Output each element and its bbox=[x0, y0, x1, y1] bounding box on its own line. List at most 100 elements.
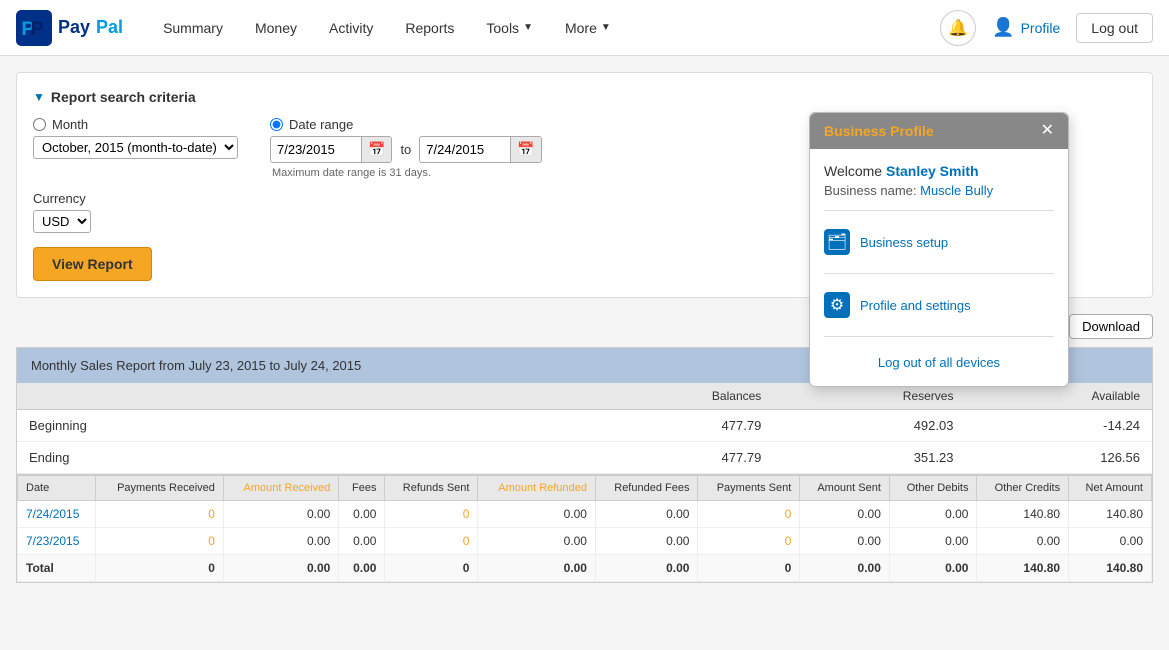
gear-icon: ⚙ bbox=[824, 292, 850, 318]
row1-date: 7/24/2015 bbox=[18, 501, 96, 528]
date-range-option-group: Date range 📅 to 📅 Maximum date range is … bbox=[270, 117, 542, 179]
welcome-text: Welcome Stanley Smith bbox=[824, 163, 1054, 179]
beginning-reserves: 492.03 bbox=[773, 410, 965, 442]
calendar-to-button[interactable]: 📅 bbox=[510, 137, 540, 162]
date-from-input[interactable] bbox=[271, 138, 361, 161]
popup-title: Business Profile bbox=[824, 123, 934, 139]
table-row: 7/24/2015 0 0.00 0.00 0 0.00 0.00 0 0.00… bbox=[18, 501, 1152, 528]
popup-close-button[interactable]: ✕ bbox=[1041, 123, 1054, 139]
calendar-from-button[interactable]: 📅 bbox=[361, 137, 391, 162]
download-button[interactable]: Download bbox=[1069, 314, 1153, 339]
date-inputs: 📅 to 📅 bbox=[270, 136, 542, 163]
date-link[interactable]: 7/23/2015 bbox=[26, 534, 79, 548]
popup-divider-2 bbox=[824, 273, 1054, 274]
row1-amount-refunded: 0.00 bbox=[478, 501, 595, 528]
summary-col-label bbox=[17, 383, 585, 410]
row2-payments-received: 0 bbox=[96, 528, 224, 555]
detail-table: Date Payments Received Amount Received F… bbox=[17, 474, 1152, 582]
logout-all-link[interactable]: Log out of all devices bbox=[878, 355, 1000, 370]
ending-balances: 477.79 bbox=[585, 442, 774, 474]
row1-payments-received: 0 bbox=[96, 501, 224, 528]
paypal-logo: P P PayPal bbox=[16, 10, 123, 46]
person-icon: 👤 bbox=[992, 17, 1014, 38]
view-report-button[interactable]: View Report bbox=[33, 247, 152, 281]
summary-table: Balances Reserves Available Beginning 47… bbox=[17, 383, 1152, 474]
total-row: Total 0 0.00 0.00 0 0.00 0.00 0 0.00 0.0… bbox=[18, 555, 1152, 582]
row2-date: 7/23/2015 bbox=[18, 528, 96, 555]
date-to-wrapper: 📅 bbox=[419, 136, 541, 163]
total-fees: 0.00 bbox=[339, 555, 385, 582]
total-label: Total bbox=[18, 555, 96, 582]
total-net-amount: 140.80 bbox=[1069, 555, 1152, 582]
total-amount-sent: 0.00 bbox=[800, 555, 890, 582]
total-refunded-fees: 0.00 bbox=[595, 555, 698, 582]
business-name-link[interactable]: Muscle Bully bbox=[920, 183, 993, 198]
col-amount-refunded: Amount Refunded bbox=[478, 475, 595, 501]
logout-all-devices: Log out of all devices bbox=[824, 347, 1054, 372]
total-amount-received: 0.00 bbox=[223, 555, 338, 582]
table-row: Ending 477.79 351.23 126.56 bbox=[17, 442, 1152, 474]
col-payments-sent: Payments Sent bbox=[698, 475, 800, 501]
date-to-input[interactable] bbox=[420, 138, 510, 161]
row2-refunded-fees: 0.00 bbox=[595, 528, 698, 555]
col-payments-received: Payments Received bbox=[96, 475, 224, 501]
detail-header-row: Date Payments Received Amount Received F… bbox=[18, 475, 1152, 501]
total-refunds-sent: 0 bbox=[385, 555, 478, 582]
business-name: Business name: Muscle Bully bbox=[824, 183, 1054, 198]
date-range-radio-label[interactable]: Date range bbox=[270, 117, 542, 132]
total-payments-sent: 0 bbox=[698, 555, 800, 582]
month-option-group: Month October, 2015 (month-to-date) bbox=[33, 117, 238, 159]
profile-settings-link[interactable]: ⚙ Profile and settings bbox=[824, 284, 1054, 326]
ending-reserves: 351.23 bbox=[773, 442, 965, 474]
beginning-label: Beginning bbox=[17, 410, 585, 442]
svg-text:P: P bbox=[30, 18, 43, 40]
nav-more[interactable]: More▼ bbox=[549, 0, 627, 56]
logout-button[interactable]: Log out bbox=[1076, 13, 1153, 43]
nav-activity[interactable]: Activity bbox=[313, 0, 389, 56]
row2-refunds-sent: 0 bbox=[385, 528, 478, 555]
month-radio[interactable] bbox=[33, 118, 46, 131]
col-fees: Fees bbox=[339, 475, 385, 501]
row2-amount-refunded: 0.00 bbox=[478, 528, 595, 555]
total-amount-refunded: 0.00 bbox=[478, 555, 595, 582]
month-select[interactable]: October, 2015 (month-to-date) bbox=[33, 136, 238, 159]
profile-label: Profile bbox=[1021, 20, 1061, 36]
nav-summary[interactable]: Summary bbox=[147, 0, 239, 56]
row1-net-amount: 140.80 bbox=[1069, 501, 1152, 528]
date-from-wrapper: 📅 bbox=[270, 136, 392, 163]
popup-divider-3 bbox=[824, 336, 1054, 337]
date-range-radio[interactable] bbox=[270, 118, 283, 131]
date-hint: Maximum date range is 31 days. bbox=[272, 167, 542, 179]
col-amount-received: Amount Received bbox=[223, 475, 338, 501]
beginning-balances: 477.79 bbox=[585, 410, 774, 442]
business-setup-link[interactable]: 🗂 Business setup bbox=[824, 221, 1054, 263]
col-refunded-fees: Refunded Fees bbox=[595, 475, 698, 501]
nav-tools[interactable]: Tools▼ bbox=[470, 0, 549, 56]
user-name: Stanley Smith bbox=[886, 163, 979, 179]
nav-money[interactable]: Money bbox=[239, 0, 313, 56]
nav-reports[interactable]: Reports bbox=[389, 0, 470, 56]
table-row: Beginning 477.79 492.03 -14.24 bbox=[17, 410, 1152, 442]
month-radio-label[interactable]: Month bbox=[33, 117, 238, 132]
col-net-amount: Net Amount bbox=[1069, 475, 1152, 501]
row1-other-credits: 140.80 bbox=[977, 501, 1069, 528]
main-nav: Summary Money Activity Reports Tools▼ Mo… bbox=[147, 0, 940, 56]
col-refunds-sent: Refunds Sent bbox=[385, 475, 478, 501]
profile-button[interactable]: 👤 Profile bbox=[984, 17, 1068, 38]
ending-available: 126.56 bbox=[965, 442, 1152, 474]
total-other-credits: 140.80 bbox=[977, 555, 1069, 582]
total-payments-received: 0 bbox=[96, 555, 224, 582]
total-other-debits: 0.00 bbox=[889, 555, 977, 582]
row2-amount-received: 0.00 bbox=[223, 528, 338, 555]
row1-other-debits: 0.00 bbox=[889, 501, 977, 528]
row2-payments-sent: 0 bbox=[698, 528, 800, 555]
col-date: Date bbox=[18, 475, 96, 501]
panel-title: ▼ Report search criteria bbox=[33, 89, 1136, 105]
popup-header: Business Profile ✕ bbox=[810, 113, 1068, 149]
briefcase-icon: 🗂 bbox=[824, 229, 850, 255]
profile-popup: Business Profile ✕ Welcome Stanley Smith… bbox=[809, 112, 1069, 387]
notifications-button[interactable]: 🔔 bbox=[940, 10, 976, 46]
beginning-available: -14.24 bbox=[965, 410, 1152, 442]
currency-select[interactable]: USD bbox=[33, 210, 91, 233]
date-link[interactable]: 7/24/2015 bbox=[26, 507, 79, 521]
